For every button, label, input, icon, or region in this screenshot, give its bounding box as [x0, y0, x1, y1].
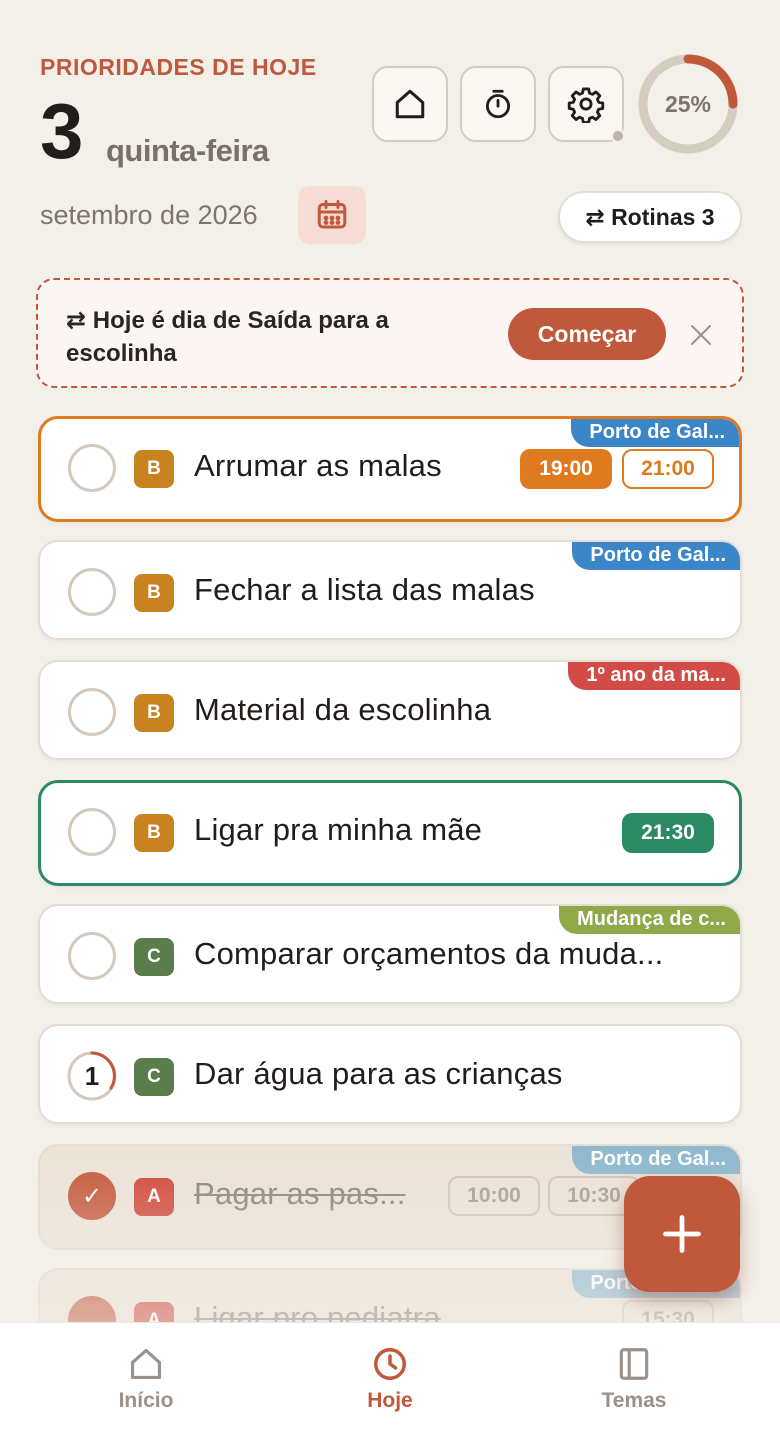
bottom-nav: Início Hoje Temas [0, 1322, 780, 1444]
add-task-button[interactable] [624, 1176, 740, 1292]
timer-button[interactable] [460, 66, 536, 142]
topic-tag[interactable]: Mudança de c... [559, 906, 740, 934]
close-banner-button[interactable] [686, 320, 716, 350]
timer-icon [485, 89, 511, 119]
repeat-counter: 1 [84, 1060, 100, 1091]
priority-badge: B [134, 450, 174, 488]
calendar-icon [317, 200, 347, 229]
task-checkbox[interactable] [68, 688, 116, 736]
priority-badge: C [134, 1058, 174, 1096]
task-checkbox-checked[interactable]: ✓ [68, 1172, 116, 1220]
task-card[interactable]: B Ligar pra minha mãe 21:30 [38, 780, 742, 886]
close-icon [691, 325, 711, 345]
task-title: Fechar a lista das malas [194, 572, 535, 607]
task-title: Material da escolinha [194, 692, 492, 727]
task-title: Pagar as pas... [194, 1176, 406, 1211]
clock-icon [374, 1348, 406, 1380]
task-checkbox[interactable] [68, 932, 116, 980]
topic-tag[interactable]: Porto de Gal... [572, 542, 740, 570]
task-title: Arrumar as malas [194, 448, 442, 483]
priority-badge: B [134, 814, 174, 852]
start-time-chip[interactable]: 10:00 [448, 1176, 540, 1216]
day-number: 3 [40, 87, 84, 175]
time-chip[interactable]: 21:30 [622, 813, 714, 853]
topic-tag[interactable]: Porto de Gal... [571, 419, 739, 447]
home-icon [130, 1348, 162, 1380]
priority-badge: B [134, 574, 174, 612]
settings-icon [567, 87, 605, 123]
nav-label: Hoje [367, 1389, 413, 1412]
task-card[interactable]: B Fechar a lista das malas Porto de Gal.… [38, 540, 742, 640]
nav-item-inicio[interactable]: Início [66, 1345, 226, 1425]
topic-tag[interactable]: 1º ano da ma... [568, 662, 740, 690]
home-icon [395, 89, 425, 119]
banner-text: ⇄ Hoje é dia de Saída para a escolinha [66, 307, 389, 367]
task-card[interactable]: C Comparar orçamentos da muda... Mudança… [38, 904, 742, 1004]
task-card[interactable]: B Arrumar as malas Porto de Gal... 19:00… [38, 416, 742, 522]
weekday: quinta-feira [106, 133, 269, 168]
book-icon [619, 1348, 649, 1380]
calendar-button[interactable] [298, 186, 366, 244]
task-title: Dar água para as crianças [194, 1056, 563, 1091]
task-card[interactable]: 1 C Dar água para as crianças [38, 1024, 742, 1124]
priority-badge: C [134, 938, 174, 976]
routines-button[interactable]: ⇄ Rotinas 3 [558, 191, 742, 243]
topic-tag[interactable]: Porto de Gal... [572, 1146, 740, 1174]
task-title: Ligar pra minha mãe [194, 812, 483, 847]
start-time-chip[interactable]: 19:00 [520, 449, 612, 489]
status-dot [611, 129, 625, 143]
month-year: setembro de 2026 [40, 200, 258, 230]
nav-item-hoje[interactable]: Hoje [310, 1345, 470, 1425]
priority-badge: A [134, 1178, 174, 1216]
task-title: Comparar orçamentos da muda... [194, 936, 664, 971]
start-routine-button[interactable]: Começar [508, 308, 666, 360]
priority-badge: B [134, 694, 174, 732]
nav-label: Temas [601, 1389, 667, 1412]
header: PRIORIDADES DE HOJE 3 quinta-feira setem… [0, 0, 780, 270]
task-checkbox[interactable] [68, 808, 116, 856]
plus-icon [663, 1215, 701, 1253]
task-checkbox[interactable] [68, 568, 116, 616]
task-card[interactable]: B Material da escolinha 1º ano da ma... [38, 660, 742, 760]
routine-banner: ⇄ Hoje é dia de Saída para a escolinha C… [36, 278, 744, 388]
home-button[interactable] [372, 66, 448, 142]
task-checkbox[interactable] [68, 444, 116, 492]
progress-label: 25% [664, 90, 712, 117]
settings-button[interactable] [548, 66, 625, 143]
end-time-chip[interactable]: 21:00 [622, 449, 714, 489]
nav-item-temas[interactable]: Temas [554, 1345, 714, 1425]
nav-label: Início [118, 1389, 174, 1412]
section-eyebrow: PRIORIDADES DE HOJE [40, 54, 317, 80]
